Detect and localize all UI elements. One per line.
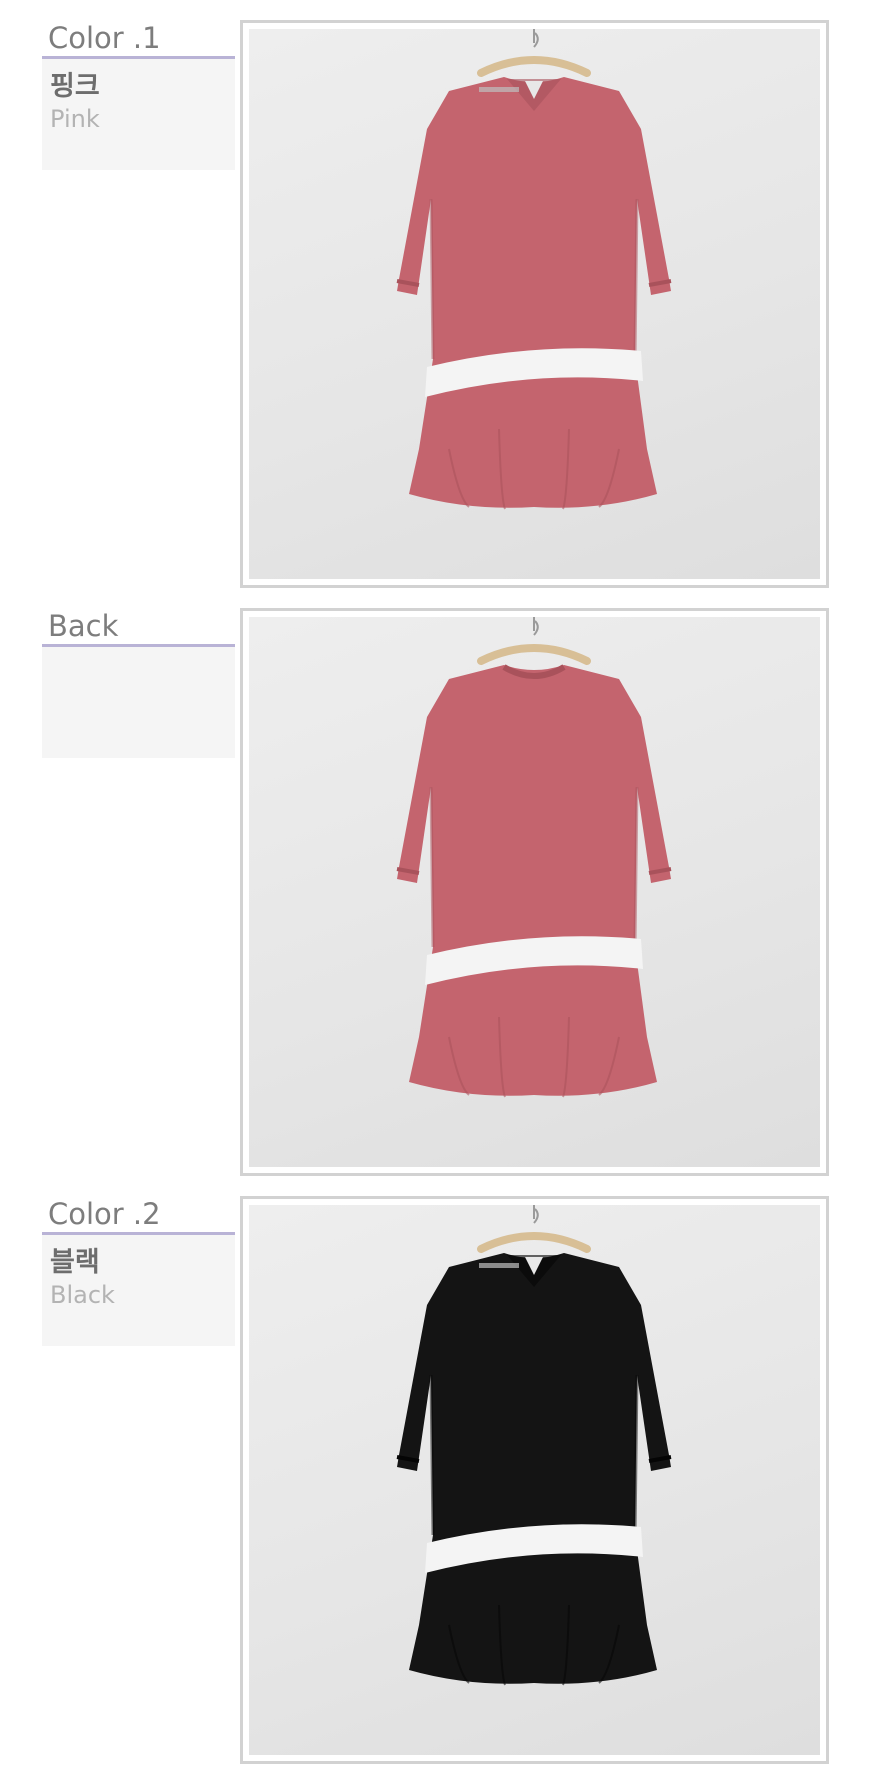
color-1-title: Color .1: [42, 20, 235, 59]
color-2-label: Color .2 블랙 Black: [42, 1196, 235, 1346]
back-name-box: [42, 647, 235, 758]
color-1-name-en: Pink: [50, 105, 100, 133]
color-2-photo: [249, 1205, 820, 1755]
color-1-photo-frame: [240, 20, 829, 588]
back-title: Back: [42, 608, 235, 647]
color-2-name-box: 블랙 Black: [42, 1235, 235, 1346]
black-dress-front-image: [396, 1205, 672, 1686]
color-1-photo: [249, 29, 820, 579]
color-2-name-en: Black: [50, 1281, 115, 1309]
color-1-label: Color .1 핑크 Pink: [42, 20, 235, 170]
back-photo-frame: [240, 608, 829, 1176]
color-1-name-box: 핑크 Pink: [42, 59, 235, 170]
back-label: Back: [42, 608, 235, 758]
color-1-name-ko: 핑크: [50, 71, 100, 102]
pink-dress-front-image: [396, 29, 672, 510]
color-2-name-ko: 블랙: [50, 1247, 100, 1278]
color-2-title: Color .2: [42, 1196, 235, 1235]
back-photo: [249, 617, 820, 1167]
color-2-photo-frame: [240, 1196, 829, 1764]
pink-dress-back-image: [396, 617, 672, 1098]
